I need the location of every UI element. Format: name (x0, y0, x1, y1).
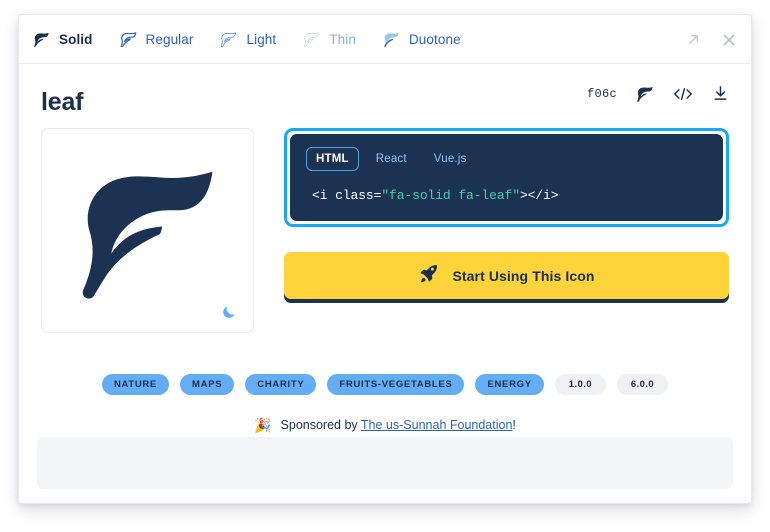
style-tab-duotone[interactable]: Duotone (383, 32, 461, 47)
icon-detail-window: Solid Regular Light (18, 14, 752, 504)
tag-energy[interactable]: ENERGY (475, 374, 543, 395)
sponsor-prefix: Sponsored by (281, 418, 361, 432)
external-link-icon[interactable] (686, 32, 701, 47)
code-tab-vuejs[interactable]: Vue.js (424, 147, 477, 171)
leaf-thin-icon (303, 32, 320, 47)
style-tab-label: Light (246, 32, 276, 47)
leaf-regular-icon (120, 32, 137, 47)
detail-body: HTML React Vue.js <i class="fa-solid fa-… (19, 128, 751, 333)
leaf-icon (42, 129, 253, 332)
style-tab-label: Solid (59, 32, 93, 47)
icon-preview-card (41, 128, 254, 333)
sponsor-link[interactable]: The us-Sunnah Foundation (361, 418, 513, 432)
cta-label: Start Using This Icon (452, 268, 594, 284)
tag-fruits-vegetables[interactable]: FRUITS-VEGETABLES (327, 374, 464, 395)
tag-version-1-0-0[interactable]: 1.0.0 (555, 374, 606, 395)
sponsor-text: Sponsored by The us-Sunnah Foundation! (281, 418, 516, 432)
code-tab-react[interactable]: React (366, 147, 417, 171)
code-block-focus-ring: HTML React Vue.js <i class="fa-solid fa-… (284, 128, 729, 227)
leaf-solid-icon (33, 32, 50, 47)
style-tab-label: Duotone (409, 32, 461, 47)
code-tab-html[interactable]: HTML (306, 147, 359, 171)
footer-ad-slot (37, 437, 733, 489)
tag-nature[interactable]: NATURE (102, 374, 169, 395)
style-tab-label: Thin (329, 32, 356, 47)
code-language-tabs: HTML React Vue.js (306, 147, 707, 171)
app-root: Solid Regular Light (0, 0, 770, 532)
right-column: HTML React Vue.js <i class="fa-solid fa-… (284, 128, 729, 333)
style-tab-regular[interactable]: Regular (120, 32, 194, 47)
style-tab-bar: Solid Regular Light (19, 15, 751, 64)
style-tab-light[interactable]: Light (220, 32, 276, 47)
title-actions: f06c (587, 85, 729, 102)
tag-charity[interactable]: CHARITY (245, 374, 316, 395)
cta-wrapper: Start Using This Icon (284, 252, 729, 299)
code-snippet-suffix: ></i> (520, 188, 559, 203)
rocket-icon (418, 263, 439, 289)
window-controls (686, 15, 737, 64)
leaf-light-icon (220, 32, 237, 47)
style-tab-solid[interactable]: Solid (33, 32, 93, 47)
code-snippet-prefix: <i class= (312, 188, 381, 203)
leaf-duotone-icon (383, 32, 400, 47)
start-using-this-icon-button[interactable]: Start Using This Icon (284, 252, 729, 299)
dark-mode-toggle-moon-icon[interactable] (221, 303, 238, 320)
sponsor-suffix: ! (512, 418, 515, 432)
code-block-panel[interactable]: HTML React Vue.js <i class="fa-solid fa-… (290, 134, 723, 221)
leaf-icon[interactable] (636, 86, 654, 102)
download-icon[interactable] (712, 85, 729, 102)
tag-version-6-0-0[interactable]: 6.0.0 (617, 374, 668, 395)
unicode-value: f06c (587, 87, 617, 101)
page-title: leaf (41, 88, 83, 117)
code-brackets-icon[interactable] (673, 86, 693, 102)
close-icon[interactable] (721, 32, 737, 48)
code-snippet[interactable]: <i class="fa-solid fa-leaf"></i> (306, 179, 707, 205)
title-row: leaf f06c (41, 78, 729, 126)
party-popper-icon: 🎉 (254, 418, 271, 432)
style-tab-label: Regular (146, 32, 194, 47)
tag-maps[interactable]: MAPS (180, 374, 234, 395)
code-snippet-string: "fa-solid fa-leaf" (381, 188, 520, 203)
style-tab-thin[interactable]: Thin (303, 32, 356, 47)
sponsor-line: 🎉 Sponsored by The us-Sunnah Foundation! (19, 418, 751, 432)
tag-row: NATURE MAPS CHARITY FRUITS-VEGETABLES EN… (19, 374, 751, 395)
